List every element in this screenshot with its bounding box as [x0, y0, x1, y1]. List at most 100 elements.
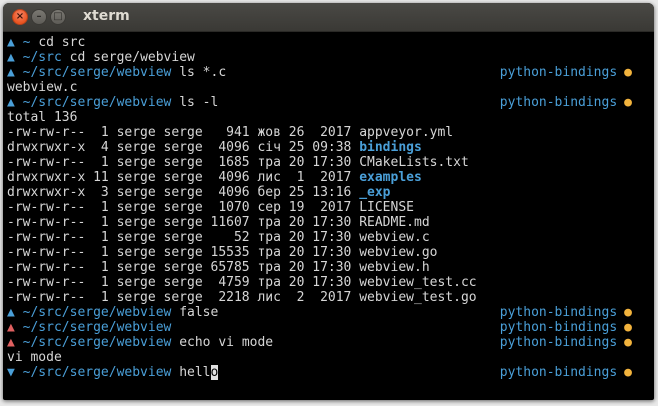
prompt-line: ▲ ~ cd src: [7, 35, 654, 50]
listing-row: -rw-rw-r-- 1 serge serge 2218 лис 2 2017…: [7, 290, 654, 305]
directory-name: bindings: [359, 140, 422, 155]
file-meta: -rw-rw-r-- 1 serge serge 941 жов 26 2017: [7, 125, 360, 140]
file-meta: -rw-rw-r-- 1 serge serge 65785 тра 20 17…: [7, 260, 360, 275]
prompt-line: ▲ ~/src/serge/webview ls -l python-bindin…: [7, 95, 654, 110]
terminal-area[interactable]: ▲ ~ cd src ▲ ~/src cd serge/webview ▲ ~/…: [7, 35, 654, 400]
prompt-path: ~/src/serge/webview: [22, 320, 172, 335]
git-branch-indicator: python-bindings ●: [500, 95, 632, 110]
file-name: README.md: [359, 215, 430, 230]
listing-row: drwxrwxr-x 3 serge serge 4096 бер 25 13:…: [7, 185, 654, 200]
listing-row: -rw-rw-r-- 1 serge serge 4759 тра 20 17:…: [7, 275, 654, 290]
listing-row: -rw-rw-r-- 1 serge serge 52 тра 20 17:30…: [7, 230, 654, 245]
listing-row: -rw-rw-r-- 1 serge serge 1070 сер 19 201…: [7, 200, 654, 215]
git-branch-name: python-bindings: [499, 335, 618, 350]
close-icon: ×: [15, 11, 25, 22]
command-input[interactable]: hello: [179, 365, 219, 380]
file-meta: drwxrwxr-x 4 serge serge 4096 січ 25 09:…: [7, 140, 360, 155]
prompt-up-arrow-icon: ▲: [7, 50, 15, 65]
file-meta: drwxrwxr-x 11 serge serge 4096 лис 1 201…: [7, 170, 360, 185]
close-button[interactable]: ×: [12, 9, 28, 25]
file-meta: -rw-rw-r-- 1 serge serge 4759 тра 20 17:…: [7, 275, 360, 290]
ls-listing: -rw-rw-r-- 1 serge serge 941 жов 26 2017…: [7, 125, 654, 305]
git-status-dot-icon: ●: [624, 95, 632, 110]
command-text: cd src: [38, 35, 86, 50]
maximize-icon: □: [53, 11, 63, 22]
title-bar[interactable]: × – □ xterm: [3, 3, 654, 32]
file-meta: -rw-rw-r-- 1 serge serge 52 тра 20 17:30: [7, 230, 360, 245]
listing-row: -rw-rw-r-- 1 serge serge 65785 тра 20 17…: [7, 260, 654, 275]
git-status-dot-icon: ●: [624, 335, 632, 350]
prompt-up-arrow-icon: ▲: [7, 65, 15, 80]
listing-row: -rw-rw-r-- 1 serge serge 11607 тра 20 17…: [7, 215, 654, 230]
prompt-path: ~/src/serge/webview: [22, 305, 172, 320]
git-branch-indicator: python-bindings ●: [500, 365, 632, 380]
command-text: false: [179, 305, 219, 320]
listing-row: drwxrwxr-x 4 serge serge 4096 січ 25 09:…: [7, 140, 654, 155]
listing-row: -rw-rw-r-- 1 serge serge 941 жов 26 2017…: [7, 125, 654, 140]
command-text: ls *.c: [179, 65, 227, 80]
file-meta: -rw-rw-r-- 1 serge serge 11607 тра 20 17…: [7, 215, 360, 230]
git-branch-indicator: python-bindings ●: [500, 335, 632, 350]
git-status-dot-icon: ●: [624, 305, 632, 320]
git-branch-indicator: python-bindings ●: [500, 305, 632, 320]
listing-row: drwxrwxr-x 11 serge serge 4096 лис 1 201…: [7, 170, 654, 185]
file-name: appveyor.yml: [359, 125, 454, 140]
prompt-line: ▲ ~/src cd serge/webview: [7, 50, 654, 65]
prompt-path: ~: [22, 35, 31, 50]
prompt-up-arrow-icon: ▲: [7, 95, 15, 110]
output-line: webview.c: [7, 80, 78, 95]
directory-name: examples: [359, 170, 422, 185]
active-prompt-line[interactable]: ▼ ~/src/serge/webview hello python-bindin…: [7, 365, 654, 380]
output-line: total 136: [7, 110, 78, 125]
prompt-path: ~/src/serge/webview: [22, 365, 172, 380]
git-status-dot-icon: ●: [624, 65, 632, 80]
file-name: webview_test.go: [359, 290, 477, 305]
file-meta: -rw-rw-r-- 1 serge serge 15535 тра 20 17…: [7, 245, 360, 260]
prompt-up-arrow-icon: ▲: [7, 305, 15, 320]
output-line: vi mode: [7, 350, 62, 365]
file-meta: -rw-rw-r-- 1 serge serge 1070 сер 19 201…: [7, 200, 360, 215]
command-text: echo vi mode: [179, 335, 274, 350]
git-branch-indicator: python-bindings ●: [500, 65, 632, 80]
text-cursor: o: [210, 365, 219, 380]
file-name: webview.go: [359, 245, 438, 260]
file-name: webview.c: [359, 230, 430, 245]
prompt-error-arrow-icon: ▲: [7, 320, 15, 335]
window-title: xterm: [83, 8, 130, 24]
typed-text: hell: [179, 365, 211, 380]
file-name: CMakeLists.txt: [359, 155, 469, 170]
git-branch-name: python-bindings: [499, 65, 618, 80]
prompt-path: ~/src: [22, 50, 62, 65]
maximize-button[interactable]: □: [50, 9, 66, 25]
listing-row: -rw-rw-r-- 1 serge serge 15535 тра 20 17…: [7, 245, 654, 260]
file-meta: -rw-rw-r-- 1 serge serge 1685 тра 20 17:…: [7, 155, 360, 170]
file-name: webview.h: [359, 260, 430, 275]
prompt-vi-mode-down-arrow-icon: ▼: [7, 365, 15, 380]
file-name: webview_test.cc: [359, 275, 477, 290]
git-branch-name: python-bindings: [499, 320, 618, 335]
git-branch-name: python-bindings: [499, 365, 618, 380]
prompt-line: ▲ ~/src/serge/webview false python-bindin…: [7, 305, 654, 320]
prompt-error-arrow-icon: ▲: [7, 335, 15, 350]
directory-name: _exp: [359, 185, 391, 200]
git-status-dot-icon: ●: [624, 320, 632, 335]
git-branch-indicator: python-bindings ●: [500, 320, 632, 335]
file-meta: drwxrwxr-x 3 serge serge 4096 бер 25 13:…: [7, 185, 360, 200]
prompt-path: ~/src/serge/webview: [22, 95, 172, 110]
file-name: LICENSE: [359, 200, 414, 215]
git-branch-name: python-bindings: [499, 95, 618, 110]
listing-row: -rw-rw-r-- 1 serge serge 1685 тра 20 17:…: [7, 155, 654, 170]
command-text: ls -l: [179, 95, 219, 110]
git-status-dot-icon: ●: [624, 365, 632, 380]
prompt-line: ▲ ~/src/serge/webview ls *.c python-bindi…: [7, 65, 654, 80]
prompt-path: ~/src/serge/webview: [22, 65, 172, 80]
prompt-up-arrow-icon: ▲: [7, 35, 15, 50]
command-text: cd serge/webview: [69, 50, 195, 65]
file-meta: -rw-rw-r-- 1 serge serge 2218 лис 2 2017: [7, 290, 360, 305]
minimize-button[interactable]: –: [31, 9, 47, 25]
prompt-line-error: ▲ ~/src/serge/webview python-bindings ●: [7, 320, 654, 335]
prompt-path: ~/src/serge/webview: [22, 335, 172, 350]
git-branch-name: python-bindings: [499, 305, 618, 320]
xterm-window: × – □ xterm ▲ ~ cd src ▲ ~/src cd serge/…: [3, 3, 654, 400]
minimize-icon: –: [36, 11, 42, 22]
